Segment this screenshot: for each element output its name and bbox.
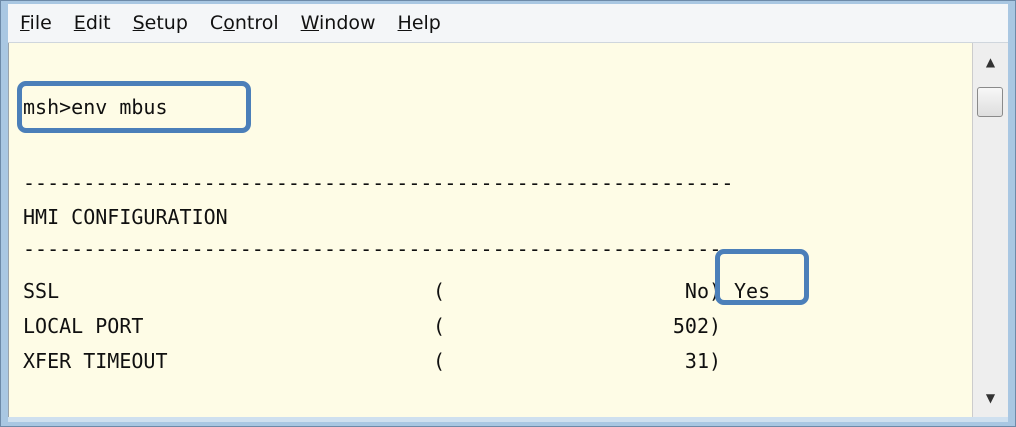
config-value: 502 (672, 314, 709, 338)
menu-edit[interactable]: Edit (63, 4, 122, 42)
config-open-paren: ( (433, 349, 446, 373)
separator-line: ----------------------------------------… (23, 171, 734, 195)
menu-setup[interactable]: Setup (122, 4, 199, 42)
menu-file[interactable]: File (8, 4, 63, 42)
command-line: msh>env mbus (23, 95, 168, 119)
config-value: No (684, 279, 709, 303)
config-close-paren: ) (709, 314, 722, 338)
config-value: 31 (684, 349, 709, 373)
menu-window[interactable]: Window (290, 4, 387, 42)
menu-control[interactable]: Control (199, 4, 290, 42)
annotation-yes: Yes (734, 279, 771, 303)
config-open-paren: ( (433, 279, 446, 303)
window-bottom-edge (8, 417, 1008, 422)
menu-bar: File Edit Setup Control Window Help (8, 4, 1008, 43)
terminal-window: File Edit Setup Control Window Help msh>… (0, 0, 1016, 427)
config-close-paren: ) (709, 349, 722, 373)
config-open-paren: ( (433, 314, 446, 338)
scroll-thumb[interactable] (977, 87, 1003, 117)
triangle-down-icon[interactable]: ▼ (973, 381, 1008, 415)
config-name: SSL (23, 279, 60, 303)
config-name: XFER TIMEOUT (23, 349, 168, 373)
vertical-scrollbar[interactable]: ▲ ▼ (972, 43, 1008, 417)
triangle-up-icon[interactable]: ▲ (973, 45, 1008, 79)
separator-line: ----------------------------------------… (23, 237, 734, 261)
config-name: LOCAL PORT (23, 314, 144, 338)
menu-help[interactable]: Help (387, 4, 452, 42)
section-title: HMI CONFIGURATION (23, 205, 228, 229)
terminal-output[interactable]: msh>env mbus ---------------------------… (8, 43, 972, 417)
